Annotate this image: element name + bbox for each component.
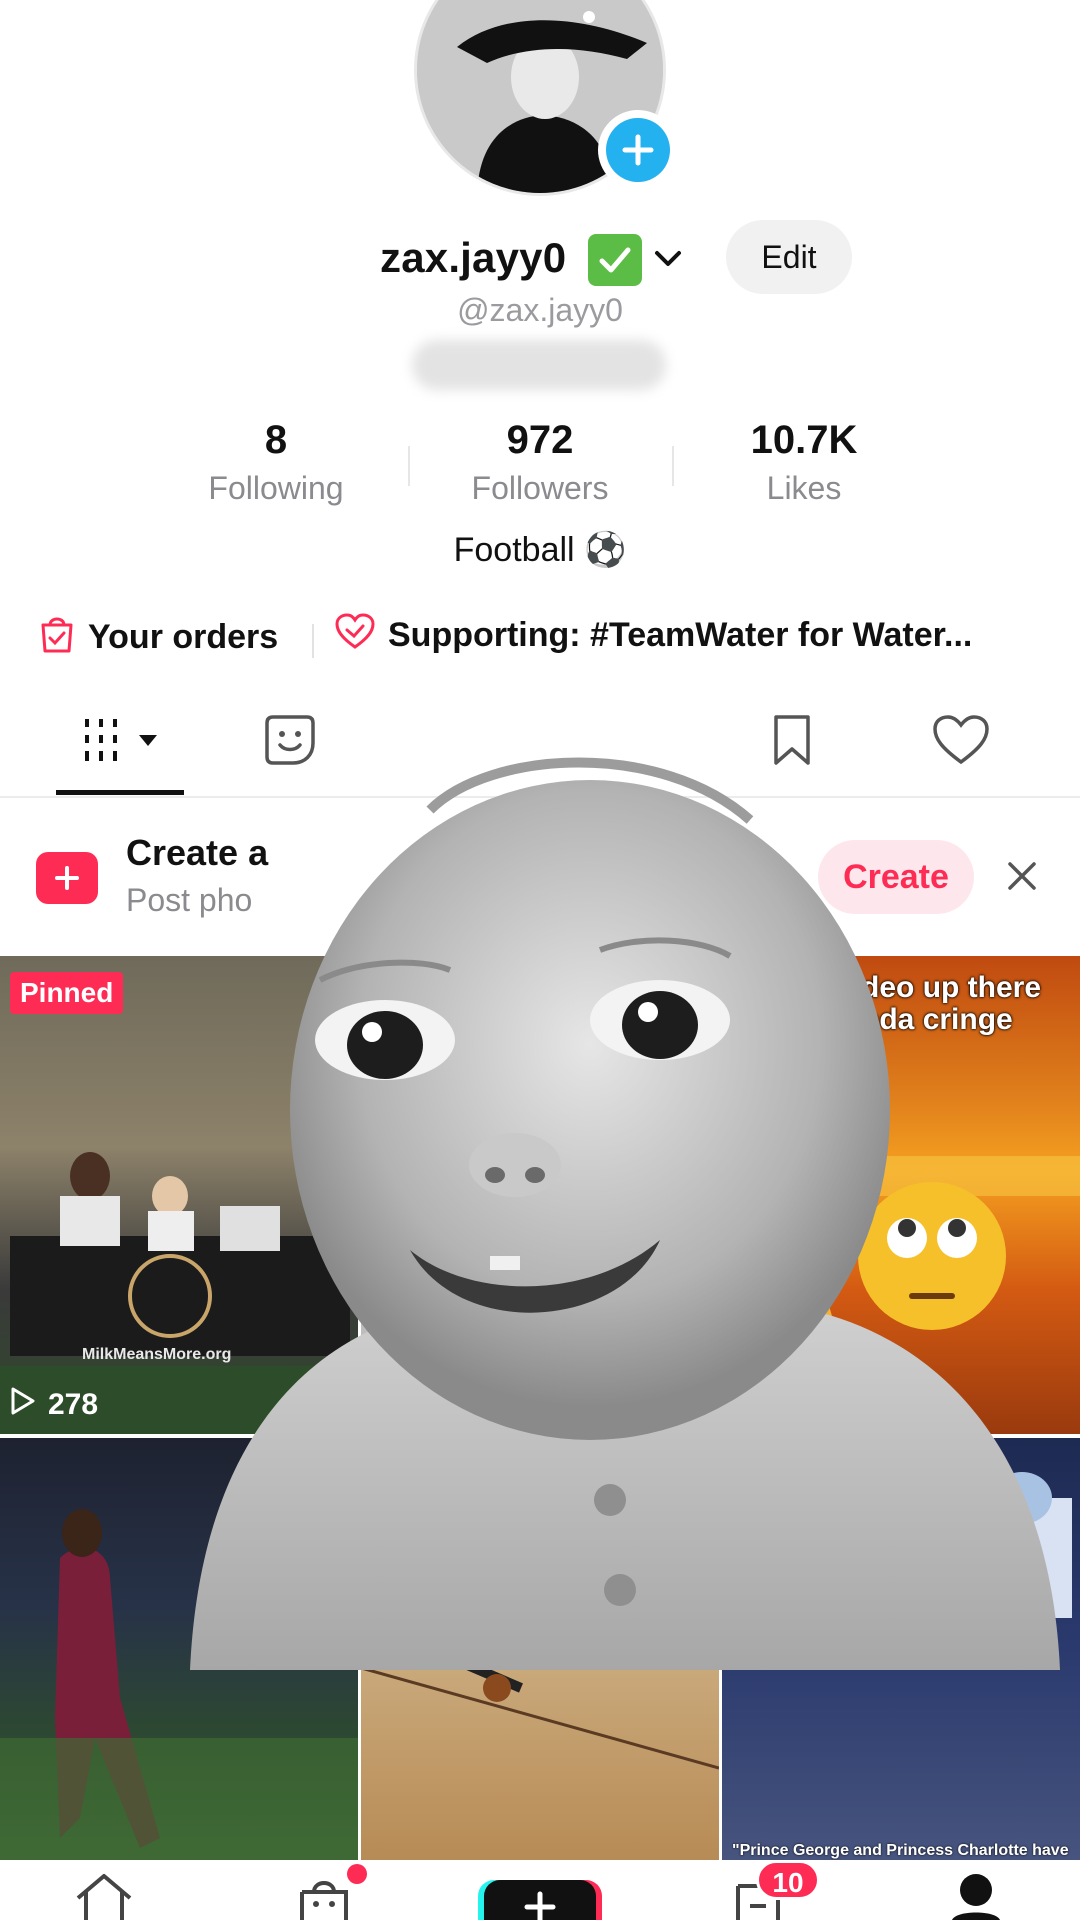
- create-plus-icon: [36, 852, 98, 904]
- followers-count: 972: [506, 418, 574, 462]
- shopping-bag-icon: [38, 612, 76, 663]
- profile-stats: 8 Following 972 Followers 10.7K Likes: [0, 416, 1080, 516]
- sticker-icon: [263, 713, 317, 772]
- plus-icon: [606, 118, 670, 182]
- pinned-badge: Pinned: [10, 972, 124, 1014]
- your-orders-label: Your orders: [88, 618, 279, 656]
- videos-grid-icon: [81, 717, 163, 768]
- verified-check-icon: [588, 234, 642, 286]
- video-thumbnail: [361, 1438, 719, 1770]
- stat-likes[interactable]: 10.7K Likes: [674, 416, 934, 507]
- video-caption: video up there kinda cringe: [836, 971, 1042, 1036]
- sign-text: MilkMeansMore.org: [82, 1346, 232, 1363]
- heart-handshake-icon: [334, 612, 376, 659]
- video-tile[interactable]: [0, 1438, 358, 1860]
- banner-subtitle: Post pho: [126, 882, 253, 918]
- bottom-navigation: 10: [0, 1860, 1080, 1920]
- followers-label: Followers: [471, 470, 609, 506]
- name-row: zax.jayy0: [0, 228, 1080, 288]
- display-name: zax.jayy0: [380, 234, 567, 281]
- tab-reposts[interactable]: [258, 712, 322, 772]
- stat-following[interactable]: 8 Following: [146, 416, 406, 507]
- profile-bio: Football ⚽: [453, 531, 627, 569]
- your-orders-link[interactable]: Your orders: [38, 612, 278, 663]
- shop-notification-dot: [347, 1864, 367, 1884]
- close-icon[interactable]: [1002, 856, 1042, 896]
- edit-profile-button[interactable]: Edit: [726, 220, 852, 294]
- following-label: Following: [208, 470, 344, 506]
- inbox-badge: 10: [756, 1860, 820, 1900]
- heart-icon: [932, 714, 990, 771]
- video-tile[interactable]: 4. 5.: [361, 1438, 719, 1860]
- home-icon: [72, 1872, 136, 1920]
- video-thumbnail: [0, 1509, 358, 1860]
- video-grid: MilkMeansMore.org Pinned 278 4. 5. "Prin…: [0, 956, 1080, 1860]
- stat-followers[interactable]: 972 Followers: [410, 416, 670, 507]
- tab-saved[interactable]: [764, 712, 820, 772]
- play-icon: [10, 1386, 36, 1424]
- view-count-label: 278: [48, 1388, 99, 1421]
- rank-label: 4.: [385, 1536, 402, 1558]
- likes-label: Likes: [766, 470, 842, 506]
- nav-profile[interactable]: [936, 1872, 1016, 1920]
- banner-title: Create a: [126, 832, 269, 873]
- video-caption-bottom: "Prince George and Princess Charlotte ha…: [732, 1842, 1069, 1859]
- supporting-label: Supporting: #TeamWater for Water...: [388, 616, 973, 654]
- view-count: 278: [10, 1386, 98, 1424]
- tab-liked[interactable]: [930, 712, 992, 772]
- profile-icon: [948, 1872, 1004, 1920]
- create-post-banner: Create a Post pho Create: [0, 800, 1080, 950]
- shop-bag-icon: [296, 1872, 352, 1920]
- supporting-link[interactable]: Supporting: #TeamWater for Water...: [334, 612, 972, 659]
- video-tile-pinned[interactable]: MilkMeansMore.org Pinned 278: [0, 956, 358, 1434]
- rank-label: 5.: [385, 1606, 402, 1628]
- nav-home[interactable]: [64, 1872, 144, 1920]
- active-tab-indicator: [56, 790, 184, 795]
- video-tile[interactable]: [361, 956, 719, 1434]
- chevron-down-icon[interactable]: [652, 242, 684, 274]
- plus-icon: [523, 1890, 557, 1920]
- tab-videos[interactable]: [80, 712, 164, 772]
- username-handle: @zax.jayy0: [457, 292, 623, 328]
- profile-tabs: [0, 700, 1080, 798]
- following-count: 8: [264, 418, 288, 462]
- bookmark-icon: [770, 713, 814, 772]
- nav-create-button[interactable]: [484, 1880, 596, 1920]
- video-tile[interactable]: [722, 1438, 1080, 1860]
- profile-avatar-wrap[interactable]: [414, 0, 678, 196]
- video-thumbnail: [832, 1472, 1072, 1618]
- create-button[interactable]: Create: [818, 840, 974, 914]
- likes-count: 10.7K: [750, 418, 858, 462]
- add-story-button[interactable]: [598, 110, 678, 190]
- profile-links-row: Your orders Supporting: #TeamWater for W…: [0, 612, 1080, 668]
- links-divider: [312, 624, 314, 658]
- redacted-text: [412, 340, 666, 390]
